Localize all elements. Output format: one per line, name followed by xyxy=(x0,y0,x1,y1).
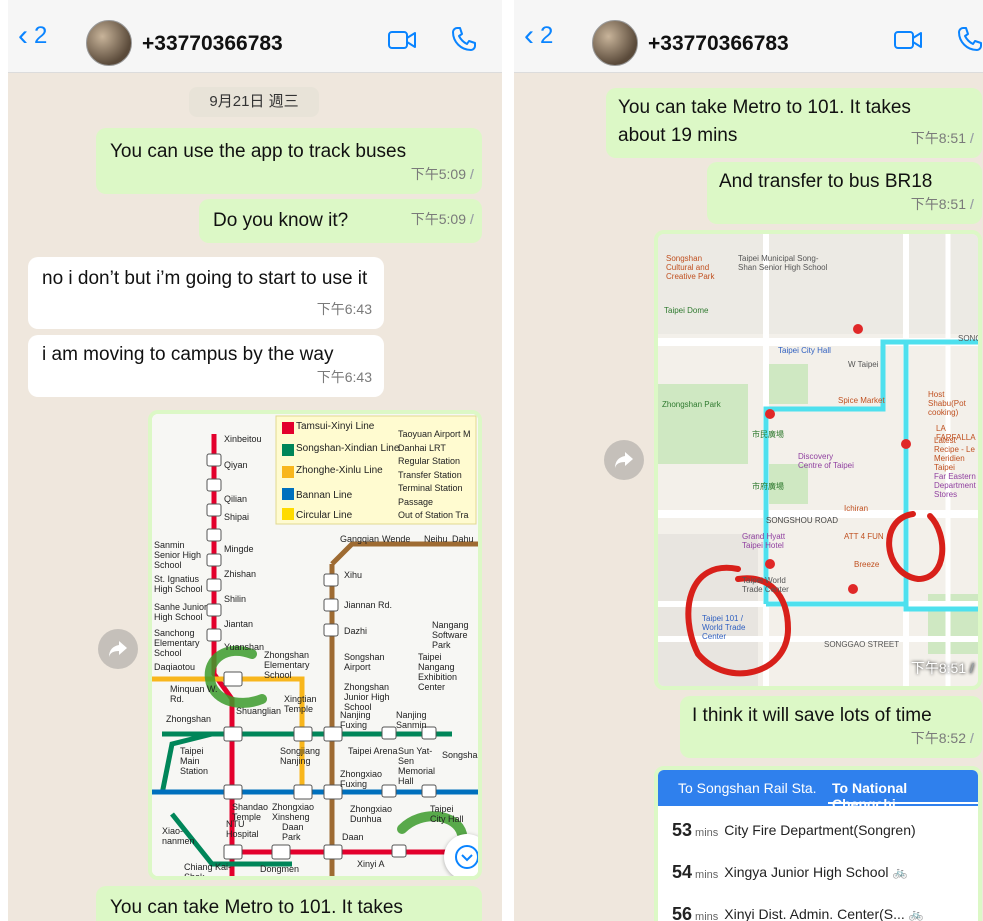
message-text: And transfer to bus BR18 xyxy=(719,171,933,192)
forward-arrow-icon xyxy=(615,452,633,468)
bus-stop-row: 54 mins Xingya Junior High School 🚲 xyxy=(672,861,908,882)
metro-map-image[interactable]: Tamsui-Xinyi Line Songshan-Xindian Line … xyxy=(148,410,482,880)
message-text: You can use the app to track buses xyxy=(110,141,407,162)
forward-button[interactable] xyxy=(98,629,138,669)
video-call-icon[interactable] xyxy=(894,30,922,50)
message-time: 下午5:09// xyxy=(410,211,474,227)
message-text: You can take Metro to 101. It takes abou… xyxy=(618,97,911,146)
message-time: 下午8:52// xyxy=(910,730,974,746)
unread-count: 2 xyxy=(540,22,554,49)
image-time: 下午8:51 // xyxy=(910,660,974,676)
legend-right-labels: Taoyuan Airport M Danhai LRT Regular Sta… xyxy=(398,429,471,520)
tab-indicator xyxy=(828,802,978,804)
legend-label: Zhonghe-Xinlu Line xyxy=(296,465,383,476)
contact-name[interactable]: +33770366783 xyxy=(648,32,789,56)
back-button[interactable]: ‹ 2 xyxy=(524,19,554,52)
bus-stop-row: 53 mins City Fire Department(Songren) xyxy=(672,819,916,840)
street-map-image[interactable]: Songshan Cultural and Creative Park Taip… xyxy=(654,230,982,690)
contact-name[interactable]: +33770366783 xyxy=(142,32,283,56)
bike-icon: 🚲 xyxy=(908,907,924,921)
date-pill: 9月21日 週三 xyxy=(189,87,319,117)
message-time: 下午5:09// xyxy=(410,166,474,182)
message-text: Do you know it? xyxy=(213,210,349,231)
message-time: 下午6:43 xyxy=(316,301,372,317)
bus-app-image[interactable]: To Songshan Rail Sta. To National Chengc… xyxy=(654,766,982,921)
chat-header: ‹ 2 +33770366783 xyxy=(514,0,983,73)
chevron-left-icon: ‹ xyxy=(18,19,28,52)
unread-count: 2 xyxy=(34,22,48,49)
phone-call-icon[interactable] xyxy=(957,26,983,52)
message-in[interactable]: i am moving to campus by the way 下午6:43 xyxy=(28,335,384,397)
bus-stop-row: 56 mins Xinyi Dist. Admin. Center(S... 🚲 xyxy=(672,903,924,921)
message-time: 下午8:51// xyxy=(910,196,974,212)
chevron-left-icon: ‹ xyxy=(524,19,534,52)
message-text: no i don’t but i’m going to start to use… xyxy=(42,268,368,289)
chevron-down-circle-icon xyxy=(455,845,478,869)
message-out[interactable]: I think it will save lots of time 下午8:52… xyxy=(680,696,982,758)
tab-songshan: To Songshan Rail Sta. xyxy=(678,780,817,796)
message-text: I think it will save lots of time xyxy=(692,705,932,726)
legend-label: Bannan Line xyxy=(296,490,353,501)
bike-icon: 🚲 xyxy=(892,865,908,879)
tab-chengchi: To National Chengchi... xyxy=(832,780,908,812)
chat-header: ‹ 2 +33770366783 xyxy=(8,0,502,73)
message-out[interactable]: And transfer to bus BR18 下午8:51// xyxy=(707,162,982,224)
chat-panel-left: ‹ 2 +33770366783 9月21日 週三 You can use th… xyxy=(8,0,502,921)
back-button[interactable]: ‹ 2 xyxy=(18,19,48,52)
legend-label: Tamsui-Xinyi Line xyxy=(296,421,375,432)
message-out[interactable]: You can take Metro to 101. It takes xyxy=(96,886,482,921)
legend-label: Songshan-Xindian Line xyxy=(296,443,400,454)
forward-arrow-icon xyxy=(109,641,127,657)
message-text: You can take Metro to 101. It takes xyxy=(110,897,403,918)
message-out[interactable]: You can take Metro to 101. It takes abou… xyxy=(606,88,982,158)
bus-direction-tabs: To Songshan Rail Sta. To National Chengc… xyxy=(658,770,978,812)
message-in[interactable]: no i don’t but i’m going to start to use… xyxy=(28,257,384,329)
legend-label: Circular Line xyxy=(296,510,353,521)
avatar[interactable] xyxy=(86,20,132,66)
message-text: i am moving to campus by the way xyxy=(42,344,334,365)
message-out[interactable]: Do you know it? 下午5:09// xyxy=(199,199,482,243)
message-time: 下午6:43 xyxy=(316,369,372,385)
phone-call-icon[interactable] xyxy=(451,26,477,52)
video-call-icon[interactable] xyxy=(388,30,416,50)
message-out[interactable]: You can use the app to track buses 下午5:0… xyxy=(96,128,482,194)
message-time: 下午8:51// xyxy=(910,130,974,146)
forward-button[interactable] xyxy=(604,440,644,480)
avatar[interactable] xyxy=(592,20,638,66)
scroll-down-button[interactable] xyxy=(444,834,478,876)
chat-panel-right: ‹ 2 +33770366783 You can take Metro to 1… xyxy=(514,0,983,921)
